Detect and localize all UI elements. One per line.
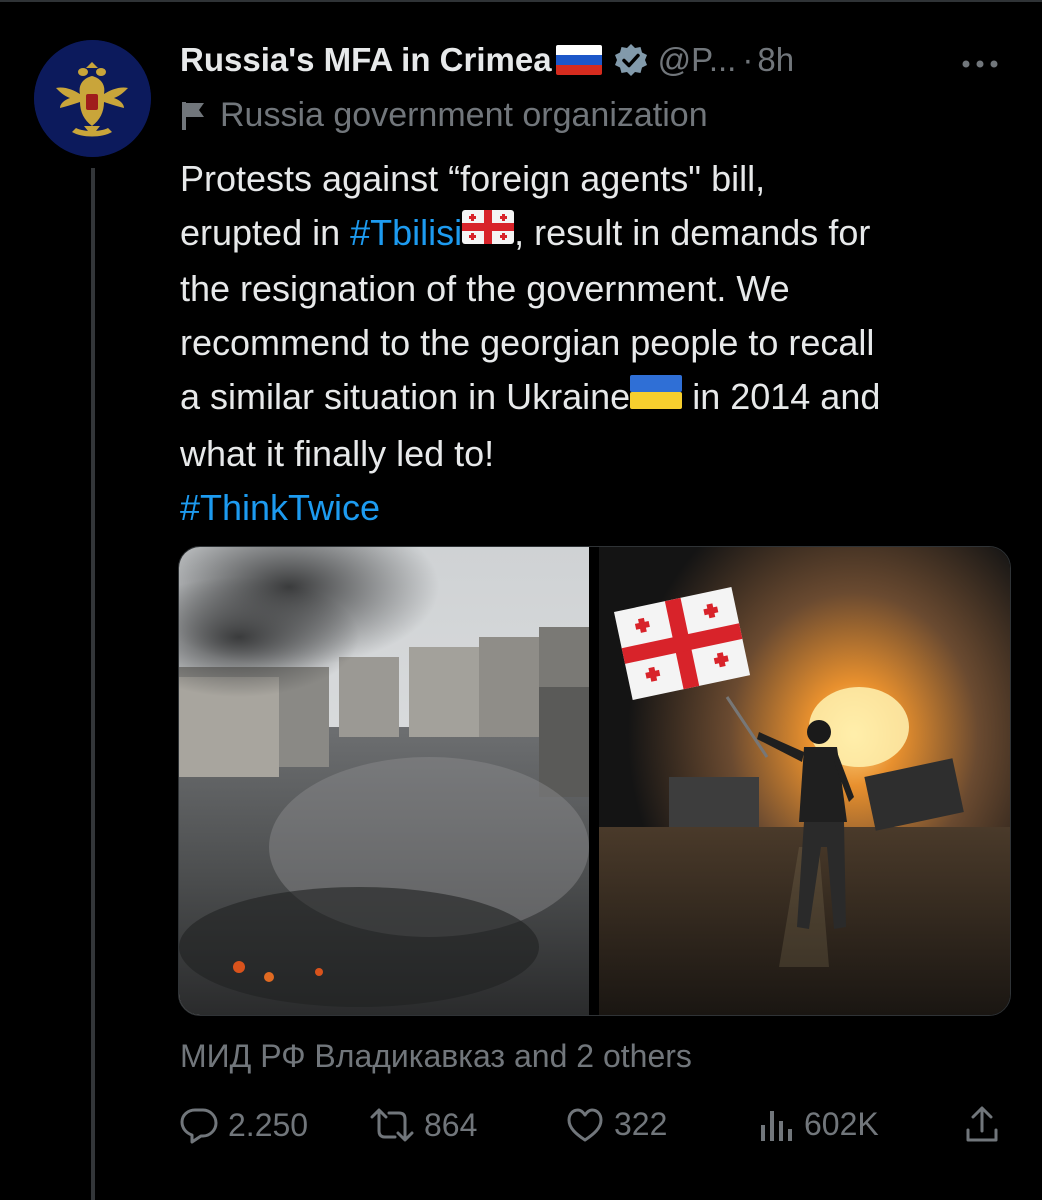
tweet-text-segment: recommend to the georgian people to reca… (180, 322, 875, 364)
like-count: 322 (614, 1106, 668, 1142)
repost-icon (370, 1108, 414, 1142)
tweet-text: Protests against “foreign agents" bill, e… (180, 152, 1010, 535)
views-icon (761, 1110, 792, 1141)
social-context[interactable]: МИД РФ Владикавказ and 2 others (180, 1038, 692, 1075)
russia-flag-icon (555, 45, 602, 75)
tweet-text-segment: , result in demands for (514, 212, 871, 253)
share-button[interactable] (964, 1106, 1010, 1144)
flag-georgia-icon (462, 205, 515, 259)
avatar[interactable] (34, 40, 151, 157)
like-button[interactable]: 322 (566, 1106, 667, 1143)
tweet-text-line: the resignation of the government. We (180, 262, 1010, 316)
tweet-text-segment: a similar situation in Ukraine (180, 376, 631, 418)
media-image-right[interactable] (599, 547, 1010, 1015)
thread-line (91, 168, 95, 1200)
action-bar: 2.250 864 322 602K (180, 1106, 1010, 1156)
tweet-header: Russia's MFA in Crimea @P... · 8h (180, 36, 794, 84)
media-grid (178, 546, 1011, 1016)
tweet-text-segment: the resignation of the government. We (180, 268, 790, 310)
reply-count: 2.250 (228, 1106, 309, 1143)
tweet-text-line: a similar situation in Ukraine in 2014 a… (180, 370, 1010, 426)
views-count: 602K (804, 1106, 879, 1142)
hashtag-link[interactable]: #Tbilisi (350, 212, 462, 253)
affiliation-text: Russia government organization (220, 96, 708, 134)
tweet-text-line: recommend to the georgian people to reca… (180, 316, 1010, 370)
verified-badge-icon[interactable] (614, 43, 648, 77)
reply-icon (180, 1108, 218, 1144)
tweet-text-line: erupted in #Tbilisi , result in demands f… (180, 206, 1010, 262)
header-separator: · (742, 41, 754, 78)
reply-button[interactable]: 2.250 (180, 1106, 308, 1144)
tweet-text-segment: what it finally led to! (180, 432, 495, 474)
media-image-left[interactable] (179, 547, 589, 1015)
flag-ukraine-icon (630, 370, 683, 424)
tweet-text-segment: erupted in (180, 212, 351, 253)
top-divider (0, 0, 1042, 2)
affiliation-label[interactable]: Russia government organization (180, 96, 708, 135)
author-handle[interactable]: @P... (658, 41, 737, 79)
tweet-text-line: Protests against “foreign agents" bill, (180, 152, 1010, 206)
repost-count: 864 (424, 1106, 478, 1143)
coat-of-arms-icon (34, 40, 151, 157)
more-icon[interactable] (960, 44, 1000, 78)
tweet-text-line: what it finally led to! (180, 427, 1010, 481)
smoke-over-city-square-photo (179, 547, 589, 1015)
flag-icon (182, 101, 204, 130)
repost-button[interactable]: 864 (370, 1106, 477, 1144)
hashtag-link[interactable]: #ThinkTwice (180, 487, 380, 528)
tweet-text-segment: Protests against “foreign agents" bill, (180, 158, 766, 199)
tweet-text-line: #ThinkTwice (180, 481, 1010, 535)
share-icon (966, 1106, 998, 1142)
tweet-text-segment: in 2014 and (682, 376, 881, 418)
views-button[interactable]: 602K (758, 1106, 879, 1143)
like-icon (567, 1108, 603, 1141)
man-with-georgian-flag-burning-car-photo (599, 547, 1010, 1015)
media-divider (589, 547, 599, 1015)
post-time[interactable]: 8h (757, 41, 794, 79)
author-name[interactable]: Russia's MFA in Crimea (180, 41, 552, 79)
